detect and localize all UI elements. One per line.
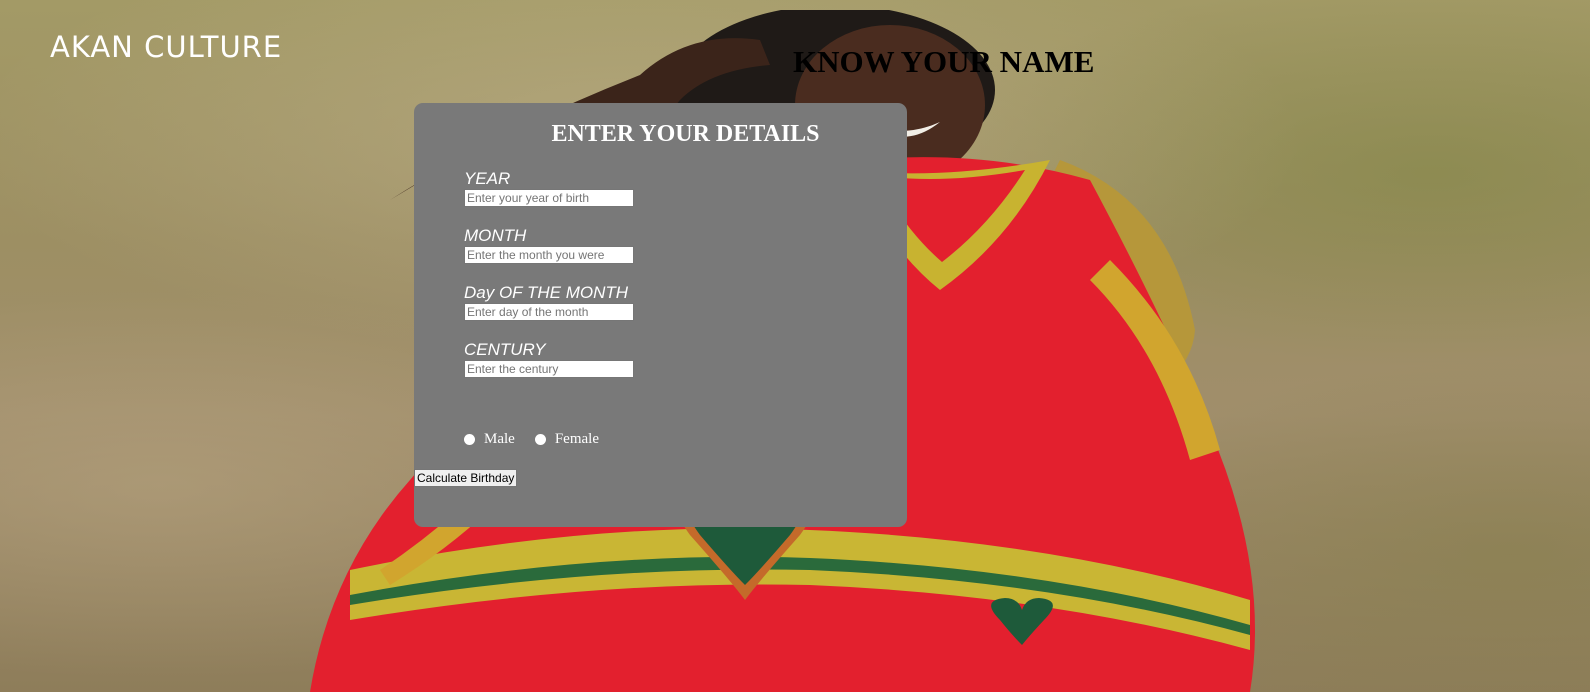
century-field: CENTURY: [464, 340, 634, 378]
female-label: Female: [554, 431, 599, 447]
gender-option-female[interactable]: Female: [534, 431, 599, 448]
century-label: CENTURY: [464, 340, 546, 359]
day-input[interactable]: [464, 303, 634, 321]
month-input[interactable]: [464, 246, 634, 264]
month-label: MONTH: [464, 226, 527, 245]
male-label: Male: [484, 431, 515, 447]
year-field: YEAR: [464, 169, 634, 207]
male-radio[interactable]: [464, 434, 475, 445]
form-title: ENTER YOUR DETAILS: [551, 121, 820, 147]
page-headline: KNOW YOUR NAME: [793, 44, 1095, 79]
century-input[interactable]: [464, 360, 634, 378]
brand-logo-text: AKAN CULTURE: [50, 30, 283, 64]
gender-option-male[interactable]: Male: [464, 431, 515, 448]
year-label: YEAR: [464, 169, 511, 188]
gender-radio-group: Male Female: [464, 431, 619, 448]
calculate-birthday-button[interactable]: Calculate Birthday: [414, 469, 518, 487]
day-label: Day OF THE MONTH: [464, 283, 629, 302]
year-input[interactable]: [464, 189, 634, 207]
female-radio[interactable]: [534, 434, 546, 445]
day-field: Day OF THE MONTH: [464, 283, 634, 321]
month-field: MONTH: [464, 226, 634, 264]
details-form-card: ENTER YOUR DETAILS YEAR MONTH Day OF THE…: [414, 103, 907, 527]
